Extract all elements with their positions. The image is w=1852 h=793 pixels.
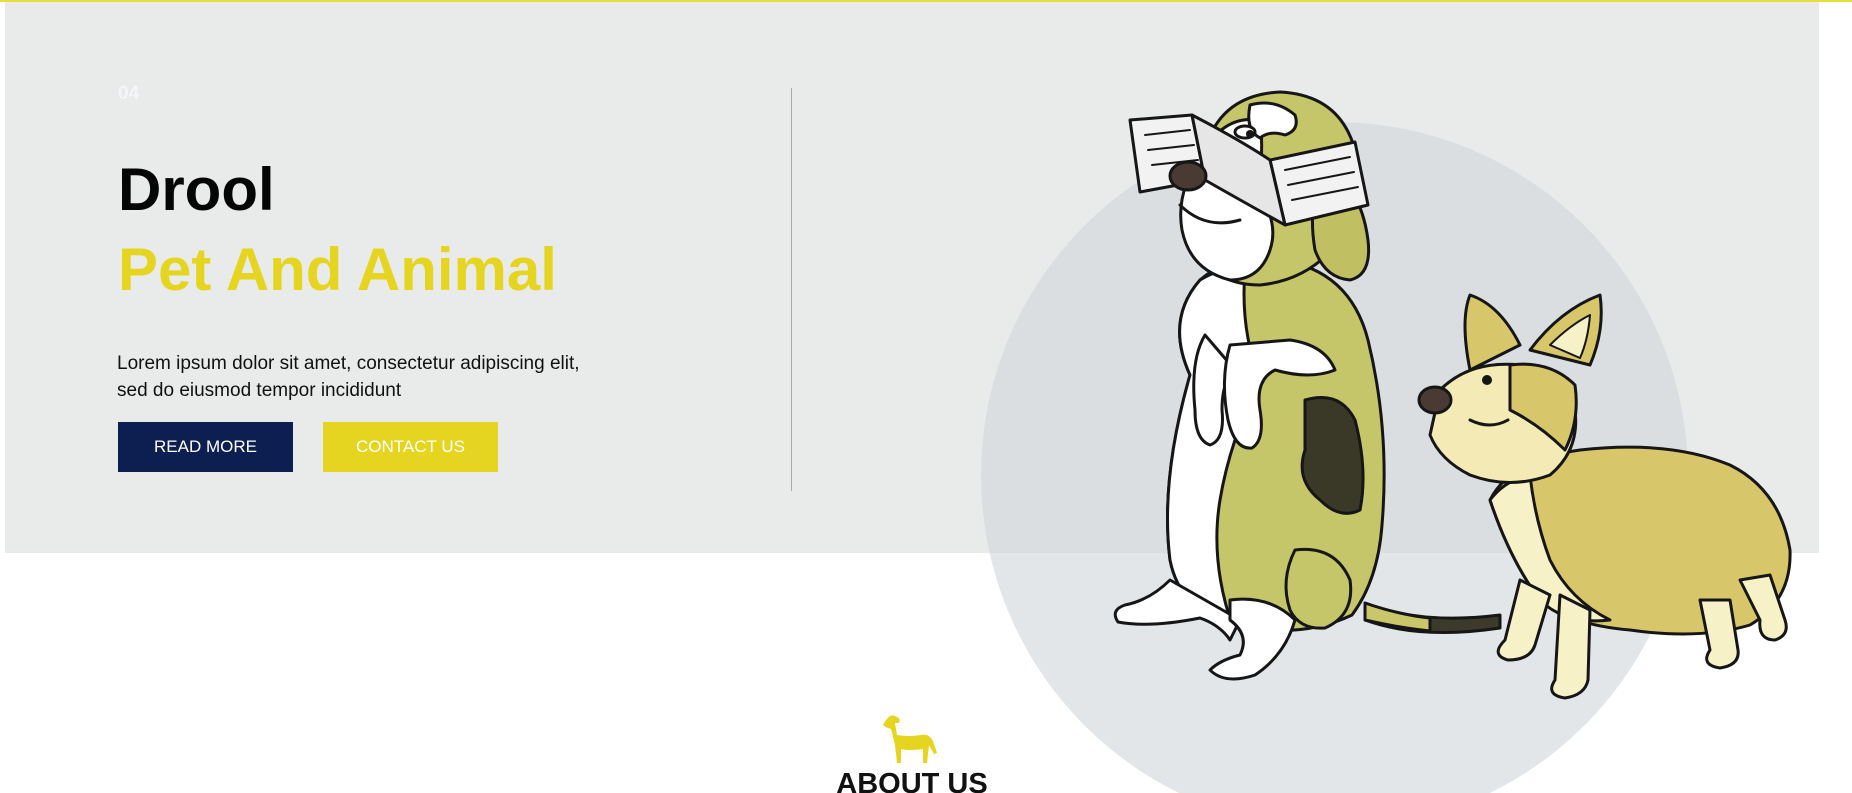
beagle-figure <box>1113 90 1502 681</box>
hero-title: Drool <box>118 156 275 223</box>
page: 04 Drool Pet And Animal Lorem ipsum dolo… <box>0 0 1852 793</box>
corgi-figure <box>1417 293 1792 700</box>
dogs-illustration <box>1113 90 1792 700</box>
hero-divider <box>791 88 792 491</box>
hero-subtitle: Pet And Animal <box>118 236 557 303</box>
about-us-title: ABOUT US <box>836 768 988 793</box>
contact-us-button[interactable]: CONTACT US <box>323 422 498 472</box>
hero-description-line-2: sed do eiusmod tempor incididunt <box>117 380 402 401</box>
dog-icon <box>883 715 937 763</box>
hero-description-line-1: Lorem ipsum dolor sit amet, consectetur … <box>117 353 580 374</box>
slide-number: 04 <box>118 83 140 104</box>
read-more-button[interactable]: READ MORE <box>118 422 293 472</box>
hero-description: Lorem ipsum dolor sit amet, consectetur … <box>117 350 637 404</box>
